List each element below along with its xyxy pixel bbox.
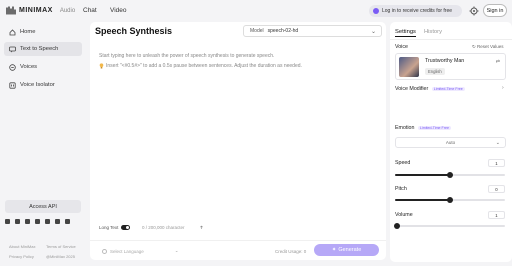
upload-icon[interactable] [199, 225, 204, 230]
globe-icon [102, 248, 107, 254]
signin-button[interactable]: Sign in [483, 4, 507, 17]
sidebar-item-voices[interactable]: Voices [4, 60, 82, 74]
text-input-placeholder[interactable]: Start typing here to unleash the power o… [99, 53, 274, 59]
volume-value-input[interactable]: 1 [488, 211, 505, 219]
chevron-down-icon: ⌄ [495, 140, 500, 146]
speech-icon [9, 46, 16, 52]
reset-label: Reset Values [477, 44, 504, 49]
gear-icon[interactable] [469, 6, 479, 16]
nav-chat[interactable]: Chat [83, 7, 97, 14]
credits-button-label: Log in to receive credits for free [382, 8, 453, 14]
home-icon [9, 28, 16, 35]
discord-icon[interactable] [5, 219, 10, 224]
youtube-icon[interactable] [35, 219, 40, 224]
pause-hint: Insert "<#0.5#>" to add a 0.5s pause bet… [99, 63, 302, 69]
sidebar-item-label: Text to Speech [20, 46, 59, 52]
toggle-switch[interactable] [121, 225, 131, 230]
voice-card[interactable]: Trustworthy Man English ⇄ [395, 53, 506, 80]
long-text-toggle[interactable]: Long Text [99, 225, 131, 230]
model-label: Model [250, 28, 264, 34]
voice-label: Voice [395, 44, 408, 50]
tab-history[interactable]: History [424, 29, 442, 37]
generate-button[interactable]: ✦ Generate [314, 244, 379, 256]
volume-slider[interactable] [394, 223, 505, 229]
sidebar-item-text-to-speech[interactable]: Text to Speech [4, 42, 82, 56]
chevron-down-icon: ⌄ [174, 248, 179, 253]
linkedin-icon[interactable] [15, 219, 20, 224]
sidebar-item-voice-isolator[interactable]: Voice Isolator [4, 78, 82, 92]
long-text-label: Long Text [99, 225, 119, 230]
social-links [5, 219, 70, 224]
reddit-icon[interactable] [65, 219, 70, 224]
lightbulb-icon [99, 63, 104, 69]
top-bar: MINIMAX Audio Chat Video Log in to recei… [0, 0, 512, 22]
speed-slider[interactable] [395, 172, 505, 178]
sidebar-item-label: Voice Isolator [20, 82, 55, 88]
generate-label: Generate [338, 247, 362, 253]
sidebar: Home Text to Speech Voices Voice Isolato… [0, 22, 86, 266]
minimax-logo-icon [6, 6, 16, 15]
swap-icon[interactable]: ⇄ [496, 59, 500, 65]
emotion-select[interactable]: Auto ⌄ [395, 137, 506, 148]
tab-settings[interactable]: Settings [395, 29, 416, 37]
access-api-button[interactable]: Access API [5, 200, 81, 213]
chevron-right-icon[interactable]: › [502, 85, 504, 91]
brand-name: MINIMAX [19, 7, 53, 14]
credit-usage: Credit Usage: 0 [275, 249, 307, 254]
pitch-value-input[interactable]: 0 [488, 185, 505, 193]
credits-button[interactable]: Log in to receive credits for free [369, 5, 462, 17]
pitch-slider-thumb[interactable] [447, 197, 453, 203]
footer-about[interactable]: About MiniMax [9, 244, 35, 249]
pause-hint-text: Insert "<#0.5#>" to add a 0.5s pause bet… [106, 63, 302, 69]
emotion-row: Emotion Limited-Time Free [395, 125, 451, 131]
footer-copyright: @MiniMax 2025 [46, 254, 75, 259]
language-select[interactable]: Select Language ⌄ [102, 248, 179, 254]
voices-icon [9, 63, 16, 71]
limited-free-badge: Limited-Time Free [417, 125, 451, 130]
instagram-icon[interactable] [55, 219, 60, 224]
sidebar-item-home[interactable]: Home [4, 25, 82, 39]
pitch-label: Pitch [395, 186, 407, 192]
sidebar-item-label: Voices [20, 64, 38, 70]
editor-bottom-bar: Select Language ⌄ Credit Usage: 0 ✦ Gene… [90, 240, 386, 260]
character-count: 0 / 200,000 character [142, 225, 185, 230]
editor-panel: Speech Synthesis Model speech-02-hd ⌄ St… [90, 22, 386, 260]
speed-value-input[interactable]: 1 [488, 159, 505, 167]
page-title: Speech Synthesis [95, 26, 173, 36]
logo[interactable]: MINIMAX Audio [6, 6, 75, 15]
speed-slider-thumb[interactable] [447, 172, 453, 178]
voice-language-tag: English [425, 68, 445, 75]
footer-privacy[interactable]: Privacy Policy [9, 254, 34, 259]
reset-values-button[interactable]: ↻ Reset Values [472, 44, 503, 50]
model-value: speech-02-hd [267, 28, 299, 34]
speed-slider-fill [395, 174, 450, 176]
sparkle-icon: ✦ [331, 247, 337, 253]
limited-free-badge: Limited-Time Free [431, 86, 465, 91]
divider [390, 39, 512, 40]
isolator-icon [9, 81, 16, 89]
emotion-label: Emotion [395, 125, 415, 131]
footer-terms[interactable]: Terms of Service [46, 244, 76, 249]
x-icon[interactable] [25, 219, 30, 224]
chevron-down-icon: ⌄ [370, 29, 376, 35]
pitch-slider[interactable] [395, 197, 505, 203]
sidebar-item-label: Home [20, 29, 36, 35]
voice-avatar [399, 57, 419, 77]
pitch-slider-fill [395, 199, 450, 201]
model-select[interactable]: Model speech-02-hd ⌄ [243, 25, 382, 37]
nav-video[interactable]: Video [110, 7, 127, 14]
language-placeholder: Select Language [110, 248, 144, 254]
volume-slider-thumb[interactable] [394, 223, 401, 229]
settings-panel: Settings History Voice ↻ Reset Values Tr… [390, 22, 512, 262]
brand-sub: Audio [59, 7, 76, 14]
tiktok-icon[interactable] [45, 219, 50, 224]
speed-label: Speed [395, 160, 411, 166]
panel-tabs: Settings History [395, 29, 442, 37]
volume-label: Volume [395, 212, 413, 218]
voice-modifier-row[interactable]: Voice Modifier Limited-Time Free [395, 86, 465, 92]
voice-modifier-label: Voice Modifier [395, 86, 429, 92]
gift-icon [373, 8, 379, 14]
emotion-value: Auto [445, 140, 456, 145]
voice-name: Trustworthy Man [425, 58, 465, 64]
